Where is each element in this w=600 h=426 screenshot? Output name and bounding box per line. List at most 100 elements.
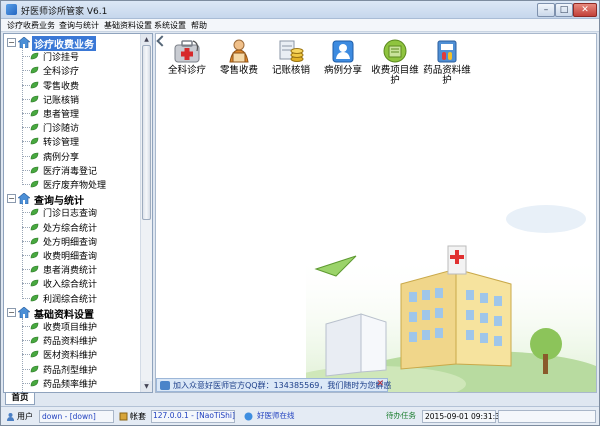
tile-label: 全科诊疗 [167,65,206,76]
tree-connector [22,127,30,129]
scroll-up-arrow-icon[interactable]: ▲ [141,34,152,45]
menu-item-base-data[interactable]: 基础资料设置 [104,20,152,31]
tree-item-label: 药品用法维护 [43,391,97,392]
coins-icon [279,40,304,62]
pending-tasks[interactable]: 待办任务 [384,410,420,423]
tree-connector [22,255,30,256]
tree-item-label: 患者管理 [43,110,80,120]
tree-item-label: 处方明细查询 [43,237,98,248]
expander-icon[interactable]: − [7,38,16,47]
tree-item-label: 收入综合统计 [43,280,98,291]
tree-connector [22,326,30,327]
tree-connector [22,155,30,157]
tree-connector [22,48,23,186]
notice-close-button[interactable]: ✕ [376,379,384,389]
cash-register-icon [383,39,407,63]
tree-scrollbar[interactable]: ▲ ▼ [140,34,152,392]
account-set-icon [119,412,128,421]
tile-label: 零售收费 [219,65,258,76]
app-window: 好医师诊所管家 V6.1 – □ ✕ 诊疗收费业务 查询与统计 基础资料设置 系… [0,0,600,426]
menu-item-clinic-billing[interactable]: 诊疗收费业务 [7,20,55,31]
user-value: down - [down] [39,410,114,423]
tree-item-label: 患者消费统计 [43,266,98,277]
menu-item-help[interactable]: 帮助 [191,20,207,31]
leaf-icon [30,223,39,230]
main-panel: 全科诊疗 零售收费 记账核销 病例分享 收费项目维护 药品资料维护 加入众意好医… [155,33,597,393]
leaf-icon [30,251,39,259]
tree-group-label: 基础资料设置 [34,309,94,321]
tree-item-label: 病例分享 [43,152,80,163]
minimize-button[interactable]: – [537,3,555,17]
tile-account-writeoff[interactable]: 记账核销 [264,34,318,84]
tree-item-label: 医疗消毒登记 [43,166,98,177]
cashier-icon [229,39,249,63]
tile-label: 药品资料维护 [423,65,471,86]
expander-icon[interactable]: − [7,307,16,317]
close-button[interactable]: ✕ [573,3,597,17]
home-folder-icon [18,37,30,48]
maximize-button[interactable]: □ [555,3,573,17]
tile-label: 病例分享 [323,65,362,76]
tree-item-label: 处方综合统计 [43,223,98,234]
leaf-icon [30,138,39,145]
tree-connector [22,283,30,285]
leaf-icon [30,180,39,188]
leaf-icon [30,280,39,287]
leaf-icon [30,336,39,344]
account-label: 帐套 [130,412,146,421]
leaf-icon [30,166,39,174]
tile-fee-item-maintenance[interactable]: 收费项目维护 [368,34,422,86]
scroll-down-arrow-icon[interactable]: ▼ [141,381,152,392]
tree-item-label: 记账核销 [43,95,80,106]
tree-connector [22,382,30,384]
leaf-icon [30,379,39,387]
leaf-icon [30,365,39,372]
leaf-icon [30,265,39,273]
tree-item-label: 利润综合统计 [43,294,98,305]
medicine-book-icon [437,40,457,63]
tree-connector [22,212,30,214]
scroll-thumb[interactable] [142,45,151,220]
tile-general-diagnosis[interactable]: 全科诊疗 [160,34,214,84]
tree-group-label: 查询与统计 [34,196,84,208]
window-title: 好医师诊所管家 V6.1 [21,7,108,17]
navigation-tree: − 诊疗收费业务 门诊挂号 全科诊疗 零售收费 记账核销 患者管理 门诊随访 转诊管理 病例分享医… [3,33,153,393]
expander-icon[interactable]: − [7,194,16,204]
tree-connector [22,98,30,100]
tile-drug-info-maintenance[interactable]: 药品资料维护 [420,34,474,86]
tree-connector [22,340,30,342]
tree-group-label: 诊疗收费业务 [32,36,96,51]
tile-label: 收费项目维护 [371,65,419,86]
hospital-illustration [306,205,596,392]
tree-connector [22,84,30,86]
tab-strip: 首页 [3,393,597,405]
tree-item-label: 门诊挂号 [43,53,80,64]
tile-label: 记账核销 [271,65,310,76]
menu-item-query-stats[interactable]: 查询与统计 [59,20,99,31]
tab-home[interactable]: 首页 [5,393,35,405]
status-bar: 用户 down - [down] 帐套 127.0.0.1 - [NaoTiSh… [1,406,599,425]
home-folder-icon [18,306,30,318]
tree-connector [22,226,30,228]
leaf-icon [30,81,39,88]
tile-retail-billing[interactable]: 零售收费 [212,34,266,84]
tree-item-label: 零售收费 [43,81,80,92]
tree-item-label: 门诊日志查询 [43,209,98,220]
leaf-icon [30,322,39,330]
tree-connector [22,297,30,299]
tree-connector [22,169,30,171]
server-value: 127.0.0.1 - [NaoTiShi] [153,411,235,420]
medical-kit-icon [174,40,200,63]
online-icon [244,412,253,421]
tree-connector [22,368,30,370]
datetime-display: 2015-09-01 09:31:31 [422,410,505,423]
online-status[interactable]: 好医师在线 [255,410,313,423]
menu-item-system-settings[interactable]: 系统设置 [154,20,186,31]
menu-bar: 诊疗收费业务 查询与统计 基础资料设置 系统设置 帮助 [1,19,599,32]
tile-case-sharing[interactable]: 病例分享 [316,34,370,84]
tree-connector [22,70,30,72]
tree-item-label: 收费项目维护 [43,323,98,333]
tree-connector [22,141,30,143]
user-card-icon [332,40,354,63]
user-label: 用户 [17,412,33,421]
